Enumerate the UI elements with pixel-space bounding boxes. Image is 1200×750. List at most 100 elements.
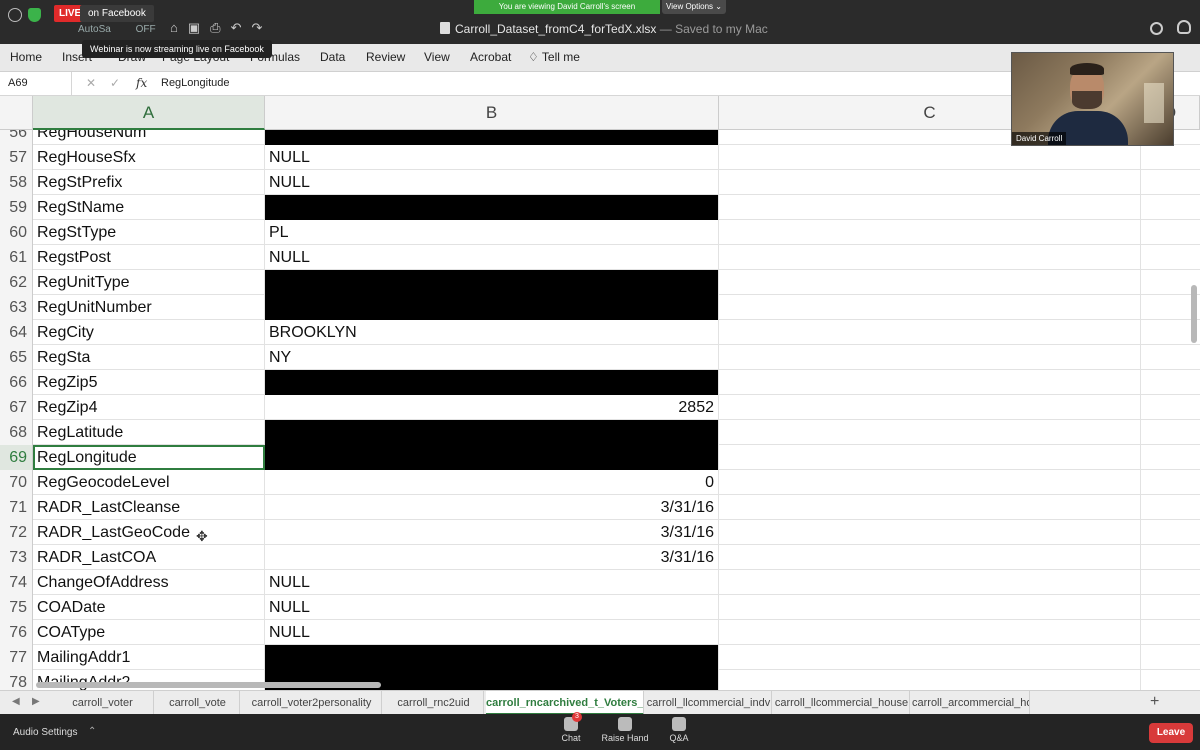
cell-c[interactable] xyxy=(719,370,1141,395)
cell-a[interactable]: COAType xyxy=(33,620,265,645)
cell-a[interactable]: RegHouseSfx xyxy=(33,145,265,170)
cell-b[interactable]: NULL xyxy=(265,595,719,620)
cell-c[interactable] xyxy=(719,445,1141,470)
add-sheet-icon[interactable]: + xyxy=(1150,693,1159,711)
sheet-tab[interactable]: carroll_rncarchived_t_Voters_NY xyxy=(486,691,644,715)
chat-button[interactable]: 3 Chat xyxy=(541,712,601,743)
cell-c[interactable] xyxy=(719,195,1141,220)
sheet-tab[interactable]: carroll_voter xyxy=(52,691,154,715)
qa-button[interactable]: Q&A xyxy=(649,717,709,743)
audio-settings-button[interactable]: Audio Settings xyxy=(13,727,78,738)
cell-a[interactable]: RegLatitude xyxy=(33,420,265,445)
cell-a[interactable]: RegstPost xyxy=(33,245,265,270)
cell-b[interactable]: NULL xyxy=(265,570,719,595)
speaker-video[interactable]: David Carroll xyxy=(1011,52,1174,146)
select-all-corner[interactable] xyxy=(0,96,33,130)
previous-sheet-icon[interactable]: ◀ xyxy=(12,696,20,707)
cell-c[interactable] xyxy=(719,645,1141,670)
redacted-cell[interactable] xyxy=(265,195,719,220)
cell-a[interactable]: RegStPrefix xyxy=(33,170,265,195)
formula-input[interactable]: RegLongitude xyxy=(161,77,230,89)
cell-b[interactable]: 3/31/16 xyxy=(265,545,719,570)
column-header-a[interactable]: A xyxy=(33,96,265,130)
cell-a[interactable]: RegSta xyxy=(33,345,265,370)
column-header-b[interactable]: B xyxy=(265,96,719,130)
cell-c[interactable] xyxy=(719,470,1141,495)
row-header[interactable]: 73 xyxy=(0,545,33,570)
row-header[interactable]: 67 xyxy=(0,395,33,420)
row-header[interactable]: 56 xyxy=(0,130,33,145)
sheet-tab[interactable]: carroll_arcommercial_ho xyxy=(912,691,1030,715)
cell-a[interactable]: COADate xyxy=(33,595,265,620)
cell-a[interactable]: RegUnitNumber xyxy=(33,295,265,320)
tell-me-search[interactable]: ♢ Tell me xyxy=(528,50,580,64)
tab-data[interactable]: Data xyxy=(320,50,345,64)
cell-c[interactable] xyxy=(719,145,1141,170)
row-header[interactable]: 66 xyxy=(0,370,33,395)
redacted-cell[interactable] xyxy=(265,445,719,470)
cell-a[interactable]: MailingAddr1 xyxy=(33,645,265,670)
view-options-button[interactable]: View Options ⌄ xyxy=(662,0,726,14)
cell-c[interactable] xyxy=(719,495,1141,520)
cell-b[interactable]: NULL xyxy=(265,620,719,645)
row-header[interactable]: 62 xyxy=(0,270,33,295)
row-header[interactable]: 70 xyxy=(0,470,33,495)
cell-c[interactable] xyxy=(719,420,1141,445)
cell-b[interactable]: 3/31/16 xyxy=(265,520,719,545)
print-icon[interactable]: ⎙ xyxy=(210,20,220,36)
row-header[interactable]: 57 xyxy=(0,145,33,170)
cell-c[interactable] xyxy=(719,395,1141,420)
cell-c[interactable] xyxy=(719,245,1141,270)
row-header[interactable]: 63 xyxy=(0,295,33,320)
row-header[interactable]: 69 xyxy=(0,445,33,470)
search-icon[interactable] xyxy=(1150,22,1163,35)
row-header[interactable]: 60 xyxy=(0,220,33,245)
redacted-cell[interactable] xyxy=(265,420,719,445)
vertical-scrollbar[interactable] xyxy=(1191,285,1197,343)
redacted-cell[interactable] xyxy=(265,645,719,670)
row-header[interactable]: 72 xyxy=(0,520,33,545)
cell-a[interactable]: RADR_LastCleanse xyxy=(33,495,265,520)
redacted-cell[interactable] xyxy=(265,130,719,145)
cell-a[interactable]: ChangeOfAddress xyxy=(33,570,265,595)
cell-b[interactable]: 0 xyxy=(265,470,719,495)
cell-b[interactable]: NY xyxy=(265,345,719,370)
shield-icon[interactable] xyxy=(28,8,41,22)
row-header[interactable]: 74 xyxy=(0,570,33,595)
name-box[interactable]: A69 xyxy=(0,72,72,95)
redacted-cell[interactable] xyxy=(265,270,719,295)
cell-c[interactable] xyxy=(719,520,1141,545)
function-icon[interactable]: fx xyxy=(136,76,147,90)
row-header[interactable]: 65 xyxy=(0,345,33,370)
row-header[interactable]: 64 xyxy=(0,320,33,345)
cell-b[interactable]: NULL xyxy=(265,145,719,170)
row-header[interactable]: 61 xyxy=(0,245,33,270)
chevron-up-icon[interactable]: ⌃ xyxy=(88,726,96,737)
cell-a[interactable]: RegCity xyxy=(33,320,265,345)
row-header[interactable]: 78 xyxy=(0,670,33,690)
autosave-toggle[interactable]: AutoSa OFF xyxy=(78,24,156,35)
cell-c[interactable] xyxy=(719,220,1141,245)
redacted-cell[interactable] xyxy=(265,370,719,395)
cell-a[interactable]: RADR_LastGeoCode xyxy=(33,520,265,545)
sheet-tab[interactable]: carroll_voter2personality xyxy=(242,691,382,715)
cell-a[interactable]: RegUnitType xyxy=(33,270,265,295)
row-header[interactable]: 58 xyxy=(0,170,33,195)
cell-c[interactable] xyxy=(719,595,1141,620)
cell-b[interactable]: NULL xyxy=(265,245,719,270)
sheet-tab[interactable]: carroll_vote xyxy=(156,691,240,715)
cell-a[interactable]: RegZip5 xyxy=(33,370,265,395)
confirm-icon[interactable]: ✓ xyxy=(110,76,120,90)
home-icon[interactable]: ⌂ xyxy=(170,20,178,36)
row-header[interactable]: 68 xyxy=(0,420,33,445)
cancel-icon[interactable]: ✕ xyxy=(86,76,96,90)
cell-b[interactable]: 3/31/16 xyxy=(265,495,719,520)
row-header[interactable]: 76 xyxy=(0,620,33,645)
cell-a[interactable]: RegGeocodeLevel xyxy=(33,470,265,495)
cell-b[interactable]: NULL xyxy=(265,170,719,195)
cell-c[interactable] xyxy=(719,170,1141,195)
cell-a[interactable]: RADR_LastCOA xyxy=(33,545,265,570)
sheet-tab[interactable]: carroll_llcommercial_house xyxy=(774,691,910,715)
row-header[interactable]: 59 xyxy=(0,195,33,220)
cell-b[interactable]: PL xyxy=(265,220,719,245)
